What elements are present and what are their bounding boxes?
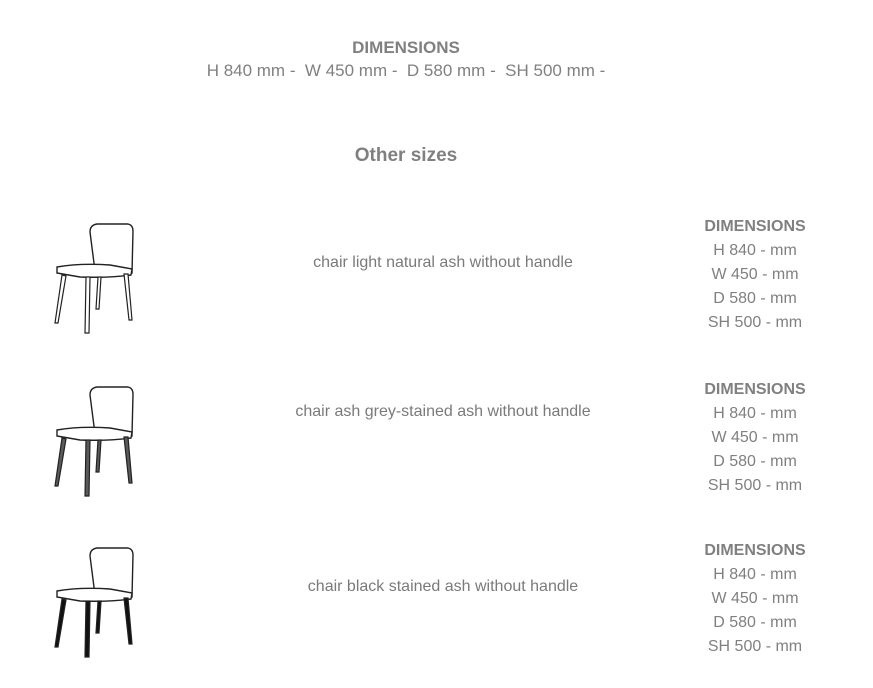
dimension-height: H 840 - mm — [713, 405, 797, 422]
main-dimensions-values: H 840 mm - W 450 mm - D 580 mm - SH 500 … — [206, 61, 606, 80]
variant-dimensions-heading: DIMENSIONS — [704, 381, 806, 398]
dimension-width: W 450 - mm — [711, 590, 799, 607]
dimension-depth: D 580 - mm — [713, 614, 797, 631]
main-dimensions: DIMENSIONS H 840 mm - W 450 mm - D 580 m… — [0, 38, 812, 84]
variant-row[interactable]: chair ash grey-stained ash without handl… — [0, 378, 873, 518]
variant-row[interactable]: chair light natural ash without handle D… — [0, 215, 873, 355]
main-dimensions-heading: DIMENSIONS — [352, 38, 460, 57]
variant-dimensions-heading: DIMENSIONS — [704, 542, 806, 559]
variant-dimensions: DIMENSIONS H 840 - mm W 450 - mm D 580 -… — [690, 539, 820, 659]
dimension-seat-height: SH 500 - mm — [707, 477, 803, 494]
variant-name[interactable]: chair black stained ash without handle — [280, 575, 606, 599]
chair-thumbnail-icon — [54, 223, 134, 334]
dimension-height: H 840 - mm — [713, 242, 797, 259]
variant-dimensions-heading: DIMENSIONS — [704, 218, 806, 235]
dimension-height: H 840 - mm — [713, 566, 797, 583]
chair-thumbnail-icon — [54, 547, 134, 658]
variant-row[interactable]: chair black stained ash without handle D… — [0, 539, 873, 679]
dimension-width: W 450 - mm — [711, 266, 799, 283]
variant-name[interactable]: chair ash grey-stained ash without handl… — [280, 400, 606, 424]
dimension-depth: D 580 - mm — [713, 290, 797, 307]
chair-thumbnail-icon — [54, 386, 134, 497]
other-sizes-title: Other sizes — [354, 145, 458, 166]
variant-dimensions: DIMENSIONS H 840 - mm W 450 - mm D 580 -… — [690, 378, 820, 498]
variant-dimensions: DIMENSIONS H 840 - mm W 450 - mm D 580 -… — [690, 215, 820, 335]
dimension-depth: D 580 - mm — [713, 453, 797, 470]
variant-name[interactable]: chair light natural ash without handle — [280, 251, 606, 275]
dimension-seat-height: SH 500 - mm — [707, 314, 803, 331]
dimension-seat-height: SH 500 - mm — [707, 638, 803, 655]
dimension-width: W 450 - mm — [711, 429, 799, 446]
